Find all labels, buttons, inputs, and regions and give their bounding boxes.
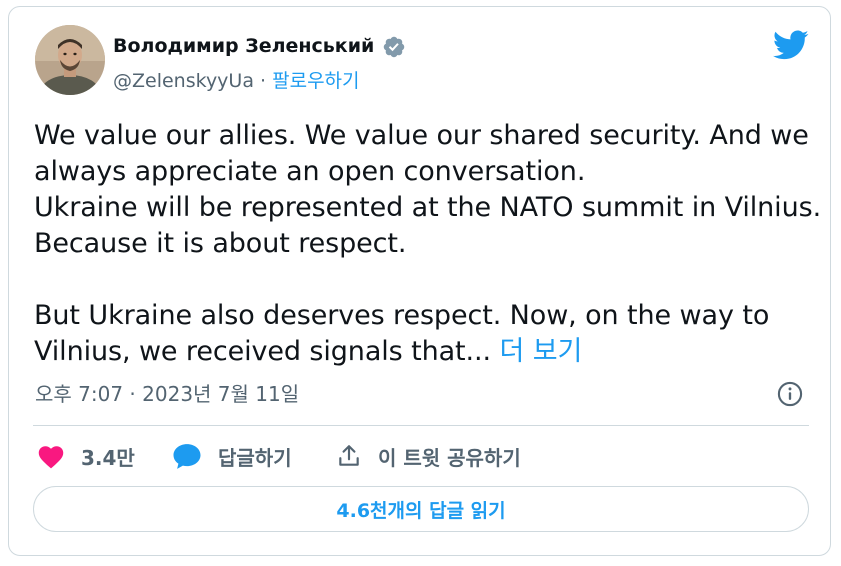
read-replies-label: 4.6천개의 답글 읽기 bbox=[336, 499, 506, 522]
share-upload-icon bbox=[339, 445, 359, 466]
twitter-bird-icon[interactable] bbox=[773, 29, 809, 61]
heart-icon bbox=[38, 446, 64, 469]
author-handle-row: @ZelenskyyUa · 팔로우하기 bbox=[113, 68, 360, 94]
tweet-text: We value our allies. We value our shared… bbox=[34, 118, 824, 370]
verified-badge-icon bbox=[383, 36, 405, 58]
speech-bubble-icon bbox=[173, 444, 201, 469]
like-count: 3.4만 bbox=[81, 445, 135, 470]
tweet-card: Володимир Зеленський @ZelenskyyUa · 팔로우하… bbox=[8, 6, 831, 556]
read-replies-button[interactable]: 4.6천개의 답글 읽기 bbox=[33, 486, 809, 532]
share-button[interactable]: 이 트윗 공유하기 bbox=[336, 440, 521, 472]
show-more-link[interactable]: 더 보기 bbox=[499, 336, 582, 367]
tweet-timestamp[interactable]: 오후 7:07 · 2023년 7월 11일 bbox=[35, 381, 299, 407]
author-handle[interactable]: @ZelenskyyUa bbox=[113, 70, 254, 92]
author-display-name[interactable]: Володимир Зеленський bbox=[113, 33, 374, 59]
handle-separator: · bbox=[253, 70, 273, 92]
tweet-body: We value our allies. We value our shared… bbox=[34, 120, 822, 367]
divider bbox=[33, 425, 809, 426]
reply-label: 답글하기 bbox=[218, 445, 292, 470]
info-icon[interactable] bbox=[776, 380, 804, 408]
share-label: 이 트윗 공유하기 bbox=[378, 445, 521, 470]
avatar[interactable] bbox=[35, 25, 105, 95]
avatar-image bbox=[35, 25, 105, 95]
follow-link[interactable]: 팔로우하기 bbox=[272, 70, 359, 92]
like-button[interactable]: 3.4만 bbox=[37, 440, 135, 472]
reply-button[interactable]: 답글하기 bbox=[172, 440, 292, 472]
